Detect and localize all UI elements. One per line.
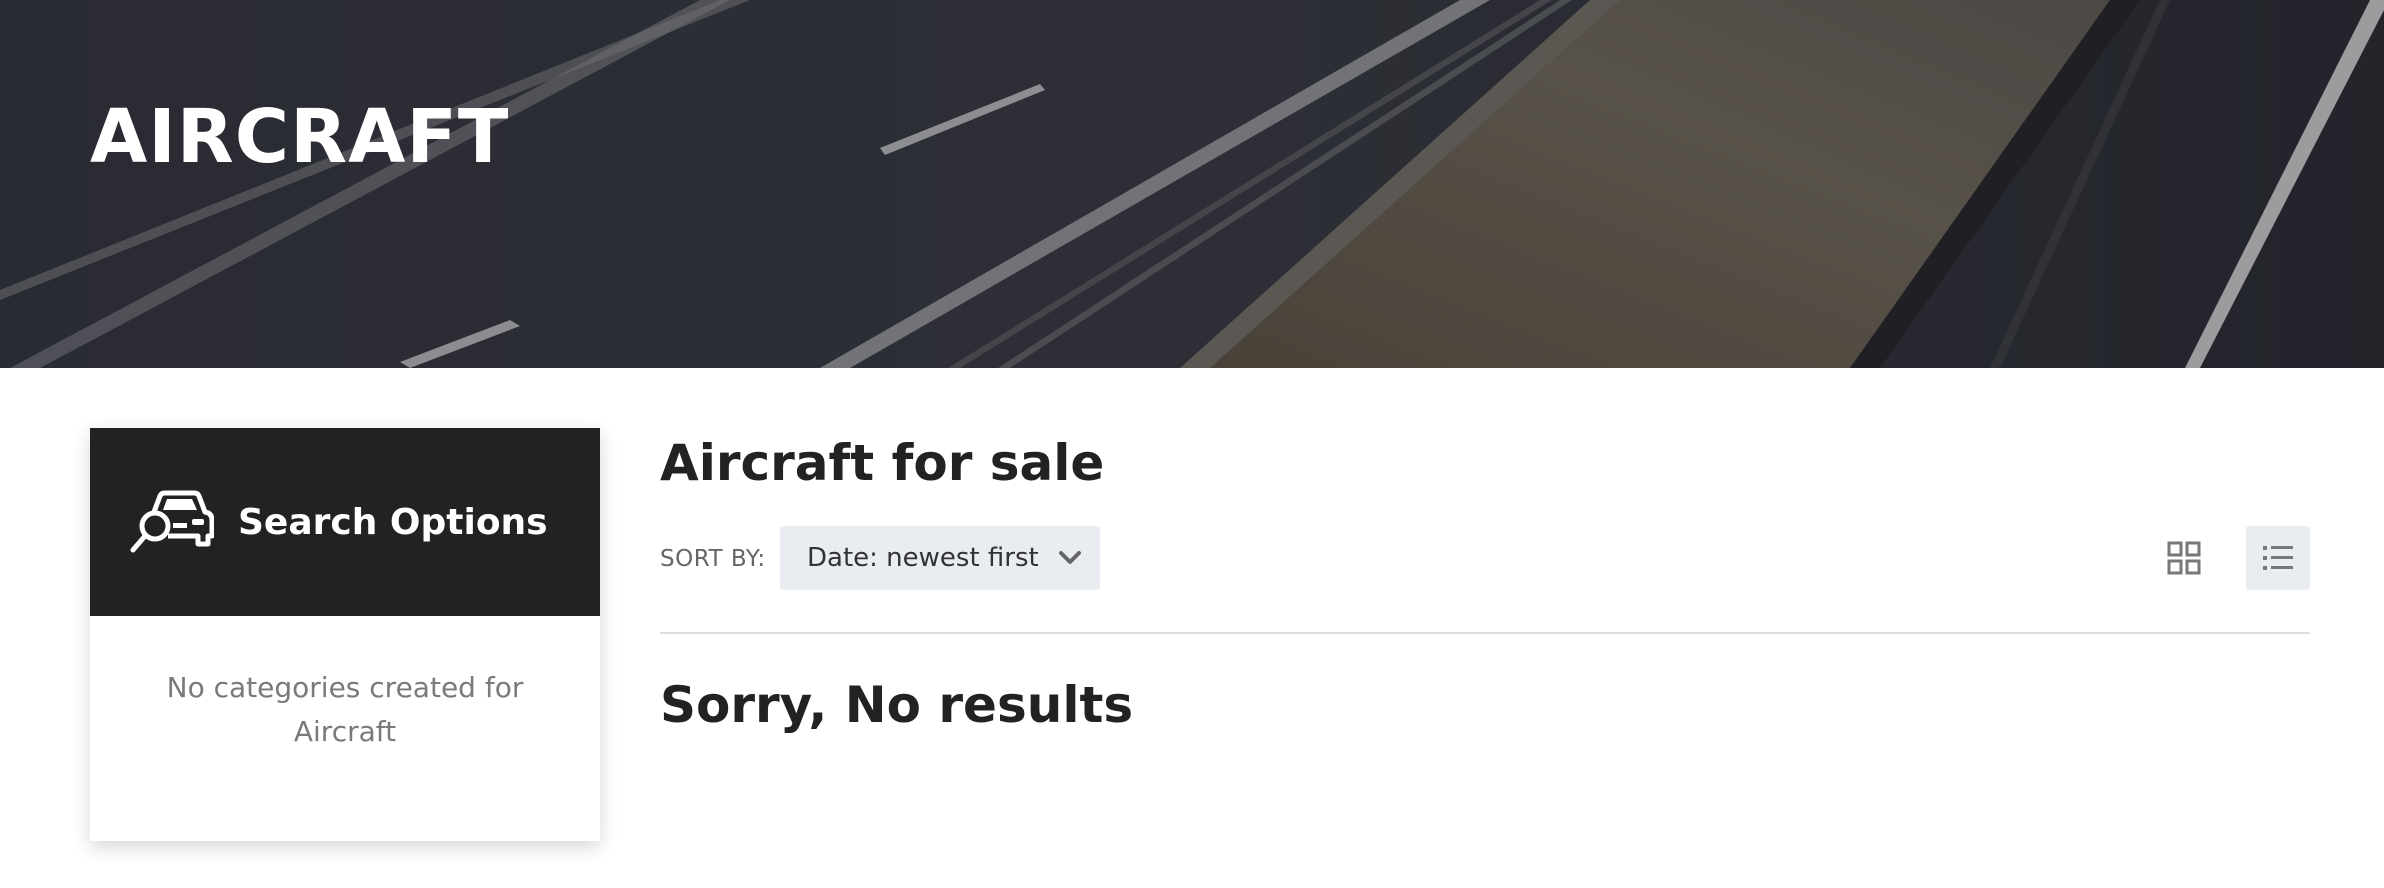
sort-select[interactable]: Date: newest first bbox=[780, 526, 1100, 590]
sort-toolbar: SORT BY: Date: newest first bbox=[660, 526, 2310, 590]
hero-banner: AIRCRAFT bbox=[0, 0, 2384, 368]
grid-view-icon bbox=[2167, 541, 2201, 575]
list-view-button[interactable] bbox=[2246, 526, 2310, 590]
search-options-header[interactable]: Search Options bbox=[90, 428, 600, 616]
toolbar-divider bbox=[660, 632, 2310, 634]
sort-select-value: Date: newest first bbox=[807, 543, 1039, 573]
categories-empty-message: No categories created for Aircraft bbox=[166, 671, 524, 748]
page-hero-title: AIRCRAFT bbox=[90, 94, 510, 180]
chevron-down-icon bbox=[1059, 551, 1081, 564]
search-options-panel: Search Options No categories created for… bbox=[90, 428, 600, 841]
search-options-title: Search Options bbox=[238, 501, 548, 543]
sort-by-label: SORT BY: bbox=[660, 546, 766, 572]
list-view-icon bbox=[2263, 546, 2293, 570]
listing-title: Aircraft for sale bbox=[660, 434, 1105, 492]
highway-background-image bbox=[0, 0, 2384, 368]
car-search-icon bbox=[130, 490, 215, 554]
no-results-message: Sorry, No results bbox=[660, 676, 1134, 734]
grid-view-button[interactable] bbox=[2152, 526, 2216, 590]
